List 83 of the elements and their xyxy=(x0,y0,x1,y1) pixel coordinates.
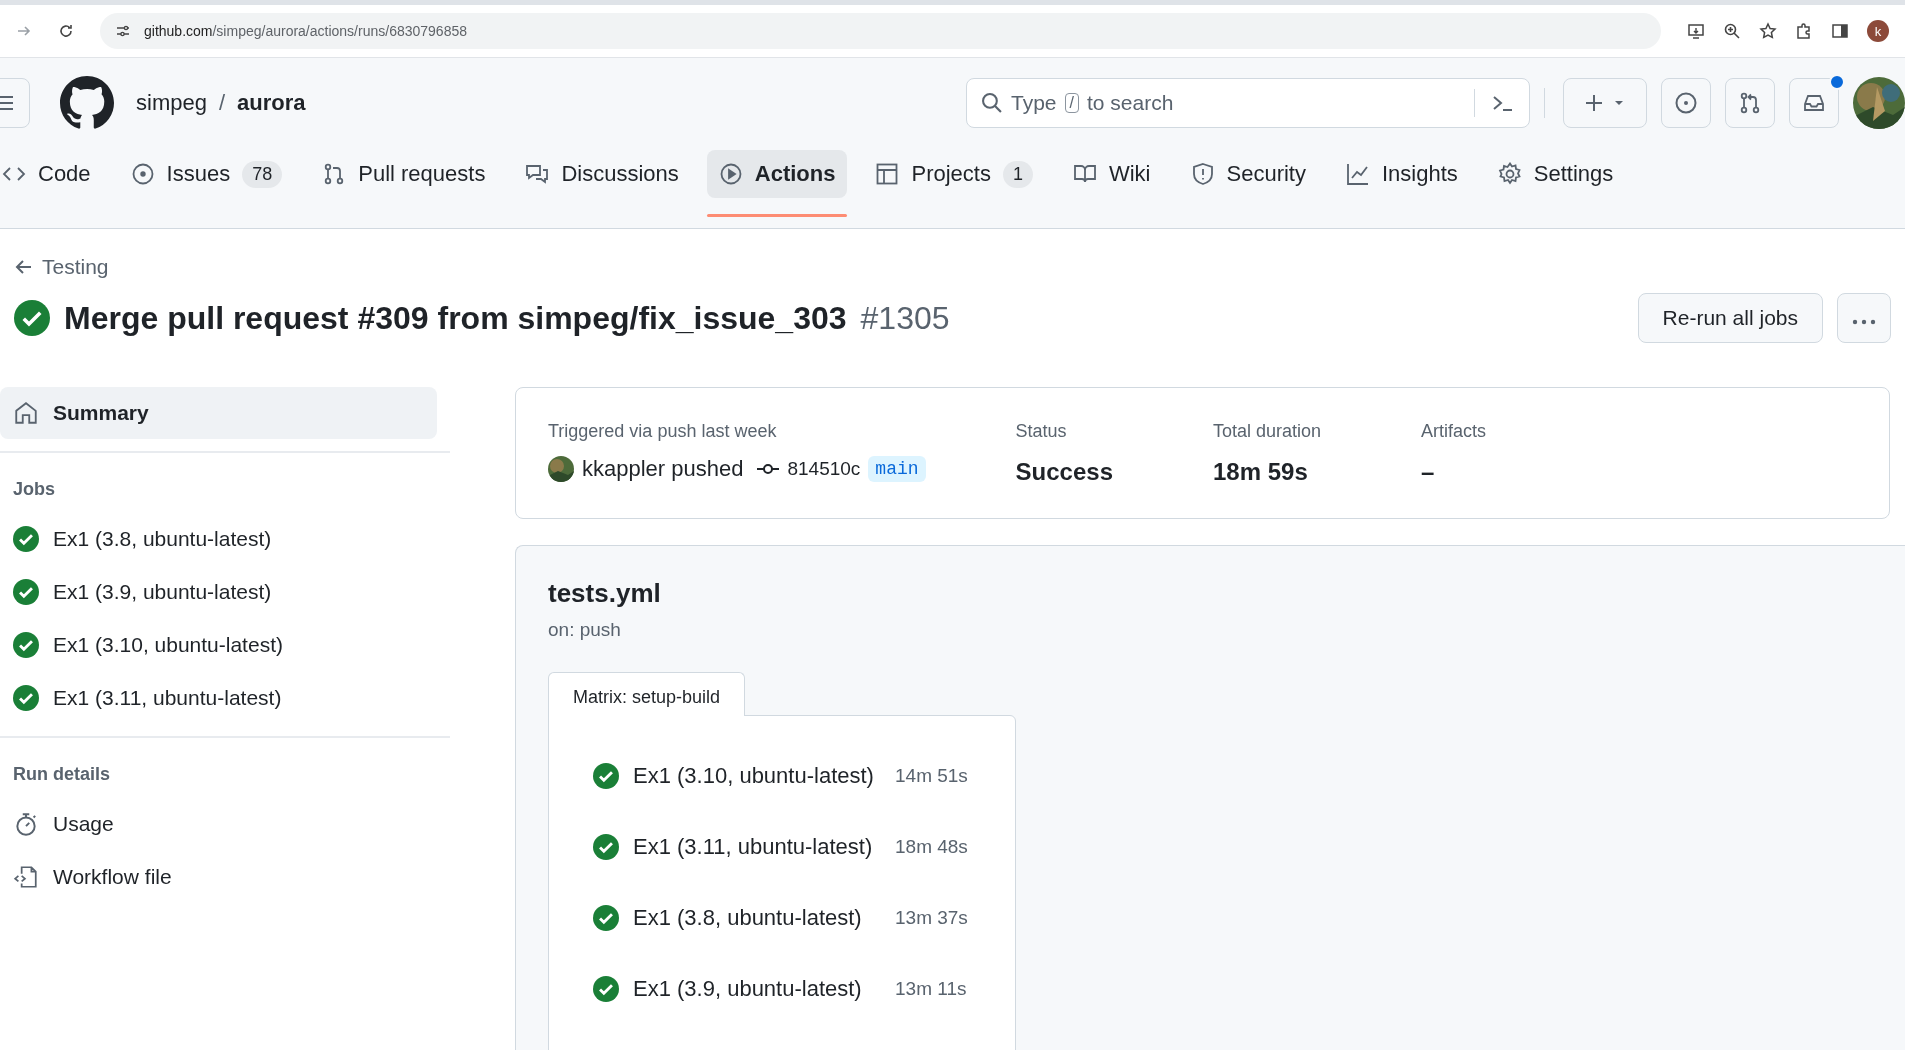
run-title: Merge pull request #309 from simpeg/fix_issue_303 xyxy=(64,299,847,337)
job-link[interactable]: Ex1 (3.11, ubuntu-latest) xyxy=(0,671,450,724)
commit-icon xyxy=(757,462,780,476)
side-panel-icon[interactable] xyxy=(1831,22,1849,40)
back-link[interactable]: Testing xyxy=(14,255,109,279)
workflow-trigger: on: push xyxy=(548,619,622,641)
job-link[interactable]: Ex1 (3.10, ubuntu-latest) xyxy=(0,618,450,671)
stat-value: 18m 59s xyxy=(1213,457,1309,486)
repo-tab[interactable]: Security xyxy=(1178,150,1318,198)
slash-key: / xyxy=(1064,93,1079,113)
job-link[interactable]: Ex1 (3.8, ubuntu-latest) xyxy=(0,512,450,565)
job-link[interactable]: Ex1 (3.11, ubuntu-latest) xyxy=(633,833,895,860)
run-number: #1305 xyxy=(860,299,950,337)
stat-value: Success xyxy=(1015,457,1113,486)
job-link[interactable]: Ex1 (3.8, ubuntu-latest) xyxy=(633,904,895,931)
job-link[interactable]: Ex1 (3.9, ubuntu-latest) xyxy=(633,975,895,1002)
job-duration: 18m 48s xyxy=(895,835,968,858)
stat-label: Status xyxy=(1015,421,1068,442)
issue-icon xyxy=(130,162,155,186)
run-details-heading: Run details xyxy=(12,763,111,786)
search-placeholder: Type xyxy=(1011,91,1057,115)
run-detail-link[interactable]: Workflow file xyxy=(0,850,450,903)
repo-tab[interactable]: Issues 78 xyxy=(118,150,295,198)
site-settings-icon[interactable] xyxy=(116,24,130,38)
job-duration: 13m 37s xyxy=(895,906,968,929)
repo-tab[interactable]: Actions xyxy=(706,150,848,198)
graph-icon xyxy=(1346,162,1370,186)
zoom-icon[interactable] xyxy=(1723,22,1741,40)
summary-link[interactable]: Summary xyxy=(0,387,437,439)
stat-label: Artifacts xyxy=(1421,421,1487,442)
job-duration: 14m 51s xyxy=(895,764,968,787)
branch-tag[interactable]: main xyxy=(868,456,926,482)
table-icon xyxy=(875,162,900,186)
search-icon xyxy=(981,92,1003,114)
install-icon[interactable] xyxy=(1687,22,1705,40)
issues-button[interactable] xyxy=(1661,78,1711,128)
menu-icon xyxy=(0,93,15,113)
search-placeholder-end: to search xyxy=(1087,91,1174,115)
url-text: github.com/simpeg/aurora/actions/runs/6830796858 xyxy=(144,23,467,39)
pull-request-icon xyxy=(1738,91,1762,115)
repo-link[interactable]: aurora xyxy=(237,90,306,116)
job-link[interactable]: Ex1 (3.9, ubuntu-latest) xyxy=(0,565,450,618)
owner-link[interactable]: simpeg xyxy=(136,90,207,116)
gear-icon xyxy=(1497,162,1522,186)
code-file-icon xyxy=(13,863,39,890)
repo-tab[interactable]: Pull requests xyxy=(310,150,498,198)
search-field[interactable]: Type / to search xyxy=(966,78,1530,128)
repo-tab[interactable]: Insights xyxy=(1334,150,1470,198)
run-detail-link[interactable]: Usage xyxy=(0,797,450,850)
github-logo-icon[interactable] xyxy=(60,76,114,130)
actor-text: kkappler pushed xyxy=(582,456,744,482)
job-duration: 13m 11s xyxy=(895,977,967,1000)
plus-dropdown-icon xyxy=(1585,93,1625,113)
extensions-icon[interactable] xyxy=(1795,22,1813,40)
address-bar[interactable]: github.com/simpeg/aurora/actions/runs/6830796858 xyxy=(100,13,1661,49)
user-avatar[interactable] xyxy=(1853,77,1905,129)
stopwatch-icon xyxy=(13,810,39,837)
discussion-icon xyxy=(525,162,550,186)
commit-link[interactable]: 814510c xyxy=(787,458,861,480)
repo-tab[interactable]: Settings xyxy=(1485,150,1626,198)
profile-avatar[interactable]: k xyxy=(1867,20,1889,42)
home-icon xyxy=(13,400,39,426)
breadcrumb-separator: / xyxy=(218,90,226,116)
count-badge: 1 xyxy=(1002,160,1033,188)
repo-tab[interactable]: Discussions xyxy=(513,150,691,198)
count-badge: 78 xyxy=(242,160,283,188)
repo-tab[interactable]: Wiki xyxy=(1060,150,1163,198)
user-avatar[interactable] xyxy=(548,456,574,482)
jobs-heading: Jobs xyxy=(12,478,56,501)
pull-requests-button[interactable] xyxy=(1725,78,1775,128)
issue-icon xyxy=(1674,91,1698,115)
workflow-name: tests.yml xyxy=(548,578,662,609)
trigger-label: Triggered via push last week xyxy=(548,421,778,442)
repo-tab[interactable]: Projects 1 xyxy=(863,150,1045,198)
repo-tab[interactable]: Code xyxy=(0,150,103,198)
star-icon[interactable] xyxy=(1759,22,1777,40)
stat-value: – xyxy=(1421,457,1436,486)
stat-label: Total duration xyxy=(1213,421,1322,442)
reload-icon[interactable] xyxy=(58,23,74,39)
shield-icon xyxy=(1190,162,1215,186)
play-icon xyxy=(718,162,743,186)
rerun-button[interactable]: Re-run all jobs xyxy=(1637,293,1823,343)
job-link[interactable]: Ex1 (3.10, ubuntu-latest) xyxy=(633,762,895,789)
